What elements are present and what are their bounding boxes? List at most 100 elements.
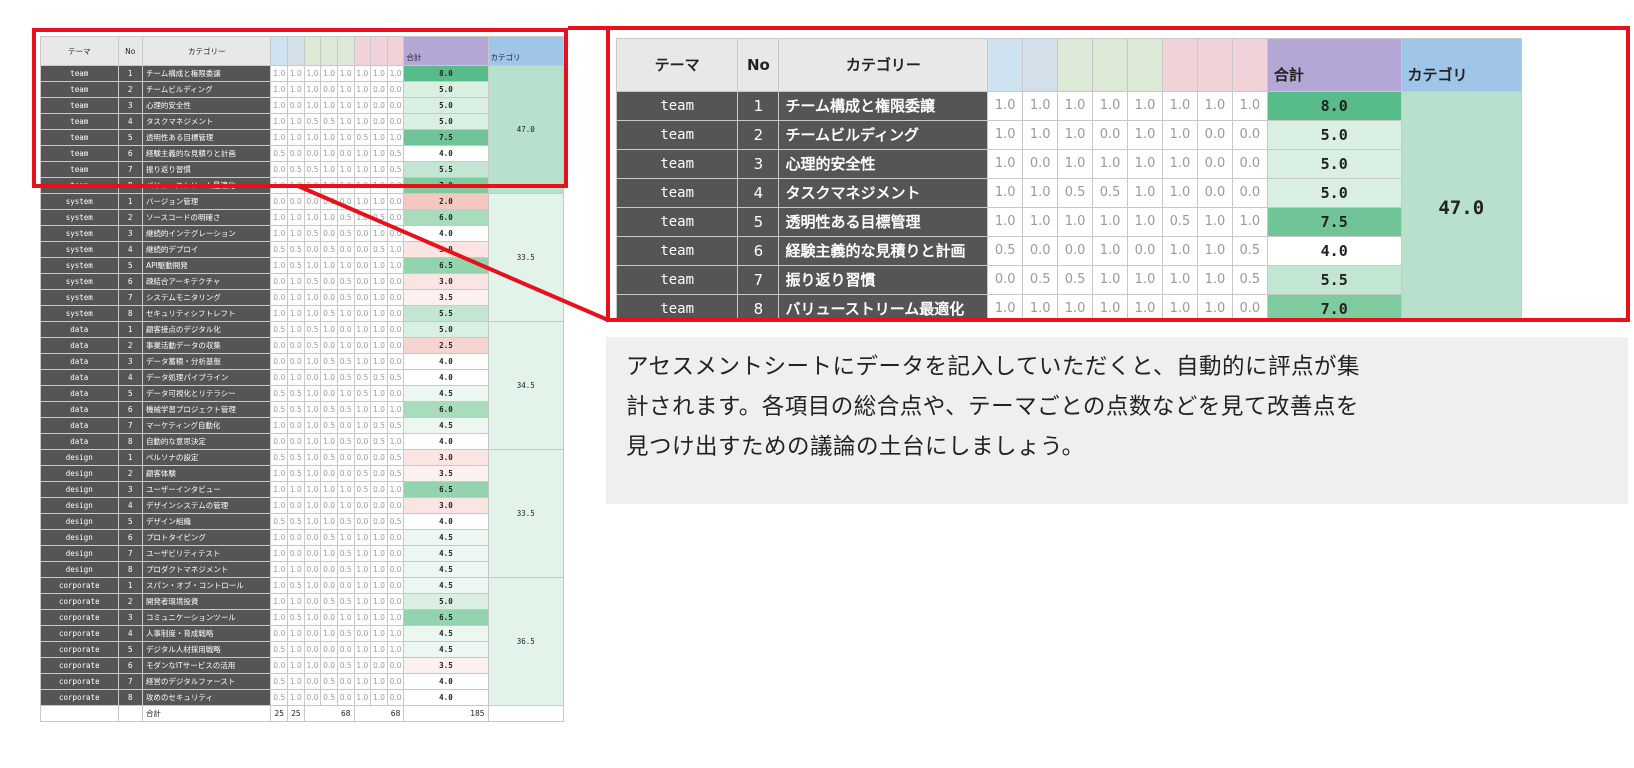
row-score: 0.0 [353, 337, 372, 354]
row-sum: 4.5 [403, 561, 489, 578]
row-score: 1.0 [353, 577, 372, 594]
row-score: 0.5 [353, 129, 372, 146]
row-score: 1.0 [370, 561, 388, 578]
row-score: 1.0 [270, 609, 289, 626]
row-score: 0.0 [303, 529, 322, 546]
row-score: 0.0 [353, 497, 372, 514]
row-sum: 6.5 [403, 609, 489, 626]
row-score: 1.0 [1057, 91, 1094, 121]
row-score: 0.5 [287, 465, 305, 482]
row-score: 0.5 [270, 673, 289, 690]
row-category: プロダクトマネジメント [141, 561, 272, 578]
row-score: 0.0 [270, 433, 289, 450]
header-score-col-5 [336, 36, 355, 66]
row-sum: 4.0 [1266, 236, 1402, 266]
row-score: 0.0 [303, 369, 322, 386]
table-row: team 6 経験主義的な見積りと計画 0.5 0.0 0.0 1.0 0.0 1.0 1.0 0.… [615, 236, 1522, 266]
row-score: 0.0 [987, 265, 1024, 295]
row-score: 0.0 [287, 529, 305, 546]
row-sum: 8.0 [1266, 91, 1402, 121]
row-score: 0.5 [370, 369, 388, 386]
row-score: 1.0 [370, 305, 388, 322]
row-theme: design [40, 497, 119, 514]
row-score: 1.0 [270, 577, 289, 594]
row-score: 0.0 [386, 193, 405, 210]
row-score: 0.5 [303, 321, 322, 338]
row-no: 2 [117, 81, 143, 98]
row-score: 0.5 [320, 401, 338, 418]
row-score: 1.0 [1127, 265, 1163, 295]
header-no: No [117, 36, 143, 66]
row-score: 1.0 [353, 673, 372, 690]
row-score: 0.5 [336, 273, 355, 290]
table-row: team 6 経験主義的な見積りと計画 0.5 0.0 0.0 1.0 0.0 1.0 1.0 0.… [40, 145, 564, 162]
row-score: 1.0 [1196, 294, 1233, 318]
row-sum: 5.0 [1266, 149, 1402, 179]
row-score: 1.0 [353, 641, 372, 658]
row-no: 7 [117, 545, 143, 562]
row-score: 0.0 [370, 513, 388, 530]
row-score: 1.0 [353, 145, 372, 162]
row-score: 1.0 [287, 369, 305, 386]
row-score: 0.0 [1127, 236, 1163, 266]
row-score: 1.0 [270, 529, 289, 546]
row-score: 1.0 [1022, 91, 1059, 121]
table-row: system 6 疎結合アーキテクチャ 0.0 1.0 0.5 0.0 0.5 0.0 1.0 0.… [40, 273, 564, 290]
row-score: 0.0 [336, 577, 355, 594]
row-score: 1.0 [270, 481, 289, 498]
row-category: 人事制度・育成戦略 [141, 625, 272, 642]
table-row: design 5 デザイン組織 0.5 0.5 1.0 1.0 0.5 0.0 0.0 0.5 4.0 [40, 513, 564, 530]
row-score: 0.0 [1196, 178, 1233, 208]
row-category: デザインシステムの管理 [141, 497, 272, 514]
category-total: 34.5 [487, 321, 565, 450]
row-sum: 3.5 [403, 465, 489, 482]
table-body: team 1 チーム構成と権限委譲 1.0 1.0 1.0 1.0 1.0 1.0 1.0 1.0 8… [40, 65, 565, 706]
row-score: 1.0 [1127, 178, 1163, 208]
row-score: 0.0 [336, 321, 355, 338]
row-score: 1.0 [303, 433, 322, 450]
row-score: 1.0 [1162, 265, 1198, 295]
row-category: ユーザーインタビュー [141, 481, 272, 498]
row-no: 4 [737, 178, 780, 208]
row-score: 1.0 [287, 689, 305, 706]
row-score: 1.0 [303, 481, 322, 498]
row-theme: corporate [40, 641, 119, 658]
row-category: データ蓄積・分析基盤 [141, 353, 272, 370]
table-row: corporate 7 経営のデジタルファースト 0.5 1.0 0.0 0.5 0.0 1.0… [40, 673, 564, 690]
row-score: 0.5 [336, 625, 355, 642]
row-score: 0.5 [320, 529, 338, 546]
row-category: データ可視化とリテラシー [141, 385, 272, 402]
row-sum: 4.0 [403, 433, 489, 450]
row-score: 1.0 [336, 177, 355, 194]
row-score: 0.5 [1022, 265, 1059, 295]
table-row: data 7 マーケティング自動化 1.0 0.0 1.0 0.5 0.0 1.0 0.5 0.5 4… [40, 417, 564, 434]
row-score: 1.0 [370, 673, 388, 690]
row-score: 0.0 [386, 305, 405, 322]
row-score: 1.0 [370, 65, 388, 82]
row-score: 1.0 [1127, 149, 1163, 179]
row-score: 0.5 [287, 401, 305, 418]
row-score: 0.0 [1196, 120, 1233, 150]
row-no: 3 [117, 97, 143, 114]
row-category: 攻めのセキュリティ [141, 689, 272, 706]
row-category: バリューストリーム最適化 [778, 294, 989, 318]
row-score: 1.0 [353, 689, 372, 706]
row-score: 1.0 [370, 273, 388, 290]
row-no: 7 [737, 265, 780, 295]
table-row: system 4 継続的デプロイ 0.5 0.5 0.0 0.5 0.0 0.0 0.5 1.0 3.… [40, 241, 564, 258]
header-score-col-1 [270, 36, 289, 66]
table-row: design 8 プロダクトマネジメント 1.0 1.0 0.0 0.0 0.5 1.0 1.0 0… [40, 561, 564, 578]
row-no: 5 [117, 257, 143, 274]
header-theme: テーマ [40, 36, 119, 66]
row-score: 0.0 [386, 321, 405, 338]
row-category: 継続的デプロイ [141, 241, 272, 258]
table-row: corporate 4 人事制度・育成戦略 0.0 1.0 0.0 1.0 0.5 0.0 1.0… [40, 625, 564, 642]
footer-blank [40, 705, 119, 722]
row-score: 0.5 [386, 161, 405, 178]
row-score: 1.0 [1057, 149, 1094, 179]
row-score: 0.0 [320, 225, 338, 242]
row-score: 1.0 [987, 294, 1024, 318]
table-row: system 2 ソースコードの明確さ 1.0 1.0 1.0 1.0 0.5 1.0 0.5 0.… [40, 209, 564, 226]
table-row: data 2 事業活動データの収集 0.0 0.0 0.5 0.0 1.0 0.0 1.0 0.0 2… [40, 337, 564, 354]
row-score: 0.0 [320, 193, 338, 210]
